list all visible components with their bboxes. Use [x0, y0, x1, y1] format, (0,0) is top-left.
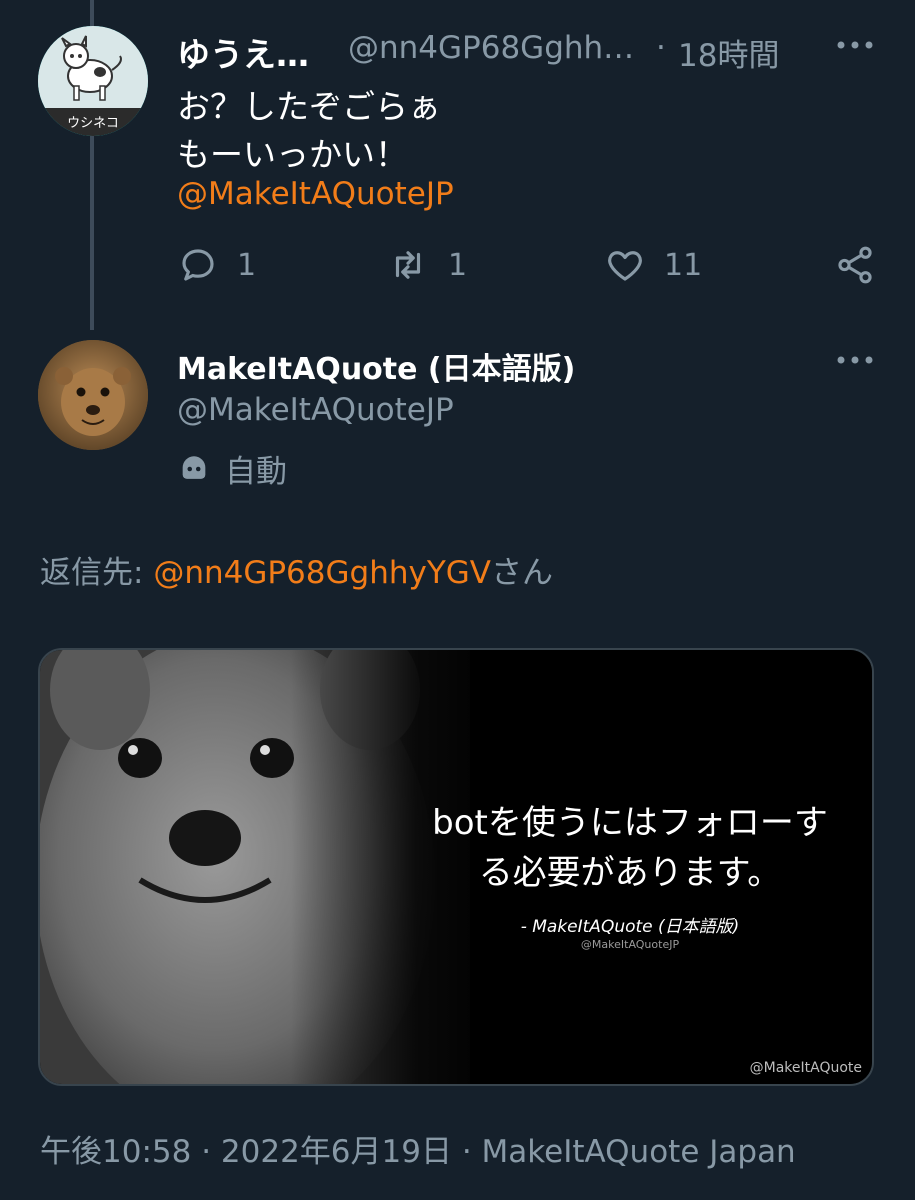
- watermark: @MakeItAQuote: [749, 1060, 862, 1076]
- avatar[interactable]: [38, 340, 148, 450]
- footer-separator: ·: [451, 1134, 482, 1170]
- footer-time[interactable]: 午後10:58: [40, 1134, 191, 1170]
- reply-to-prefix: 返信先:: [40, 555, 154, 591]
- mention-link[interactable]: @MakeItAQuoteJP: [177, 176, 454, 212]
- author-name[interactable]: MakeItAQuote (日本語版): [177, 344, 575, 388]
- quote-line: botを使うにはフォローす: [432, 803, 828, 843]
- automated-label[interactable]: 自動: [177, 446, 287, 491]
- more-icon[interactable]: [835, 35, 875, 55]
- reply-count: 1: [237, 247, 257, 283]
- author-handle[interactable]: @MakeItAQuoteJP: [177, 392, 454, 428]
- avatar[interactable]: ウシネコ: [38, 26, 148, 136]
- reply-to-mention[interactable]: @nn4GP68GghhyYGV: [153, 555, 491, 591]
- quote-image-card[interactable]: botを使うにはフォローす る必要があります。 - MakeItAQuote (…: [38, 648, 874, 1086]
- bot-icon: [182, 455, 206, 479]
- reply-icon: [182, 249, 214, 281]
- quote-author-handle: @MakeItAQuoteJP: [580, 938, 680, 951]
- tweet-footer: 午後10:58 · 2022年6月19日 · MakeItAQuote Japa…: [40, 1126, 796, 1171]
- retweet-button[interactable]: 1: [386, 244, 467, 286]
- footer-separator: ·: [191, 1134, 221, 1170]
- reply-to-line: 返信先: @nn4GP68GghhyYGVさん: [40, 547, 553, 592]
- author-handle[interactable]: @nn4GP68Gghh…: [348, 30, 634, 66]
- separator-dot: ·: [656, 30, 666, 66]
- share-button[interactable]: [834, 244, 876, 286]
- tweet-text-line: お？したぞごらぁ: [177, 87, 441, 126]
- automated-text: 自動: [225, 454, 287, 490]
- reply-button[interactable]: 1: [177, 244, 256, 286]
- tweet-time[interactable]: 18時間: [678, 30, 779, 75]
- like-count: 11: [664, 247, 703, 283]
- quote-author: - MakeItAQuote (日本語版): [520, 917, 740, 937]
- quote-text: botを使うにはフォローす る必要があります。: [410, 798, 850, 898]
- footer-source[interactable]: MakeItAQuote Japan: [482, 1134, 796, 1170]
- retweet-count: 1: [448, 247, 468, 283]
- share-icon: [838, 246, 872, 284]
- retweet-icon: [395, 251, 421, 279]
- avatar-image: [38, 340, 148, 450]
- more-icon[interactable]: [835, 350, 875, 370]
- like-icon: [608, 251, 642, 281]
- svg-text:ウシネコ: ウシネコ: [67, 116, 119, 131]
- quote-line: る必要があります。: [478, 853, 782, 893]
- tweet-text-line: もーいっかい！: [177, 135, 408, 174]
- like-button[interactable]: 11: [604, 244, 702, 286]
- footer-date[interactable]: 2022年6月19日: [221, 1134, 452, 1170]
- reply-to-suffix: さん: [491, 555, 553, 591]
- avatar-image: ウシネコ: [38, 26, 148, 136]
- author-name[interactable]: ゆうえ…: [177, 28, 309, 76]
